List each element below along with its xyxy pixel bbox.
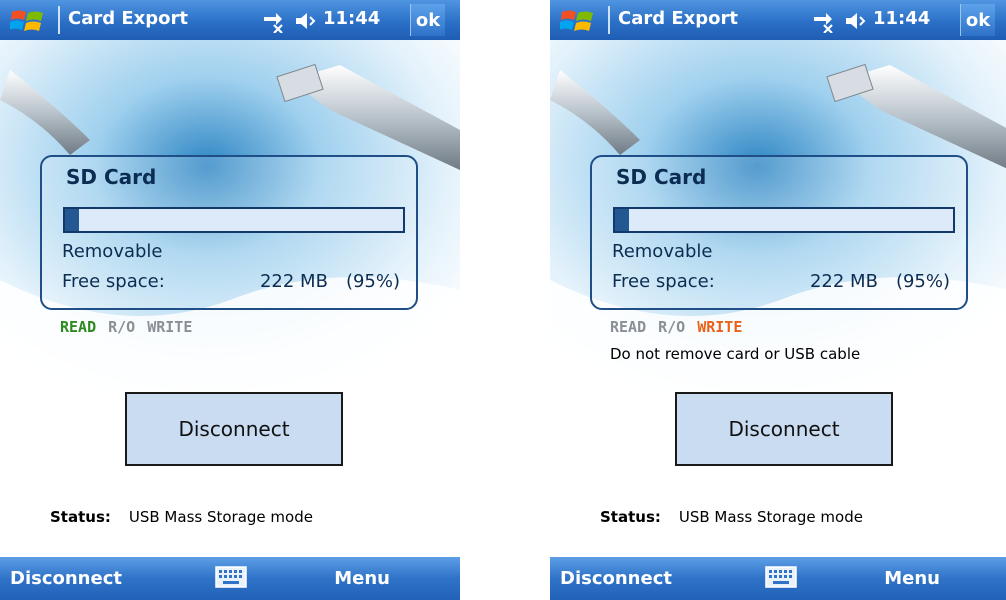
- free-space-label: Free space:: [612, 271, 715, 292]
- device-screen-left: Card Export 11:44 ok SD Card Removable F…: [0, 0, 460, 600]
- windows-flag-icon[interactable]: [10, 7, 46, 33]
- status-label: Status:: [600, 508, 661, 526]
- card-type: Removable: [612, 241, 713, 262]
- warning-message: Do not remove card or USB cable: [610, 345, 861, 363]
- storage-usage-bar: [63, 207, 405, 233]
- mode-write: WRITE: [697, 318, 743, 336]
- app-title: Card Export: [68, 8, 189, 29]
- mode-readonly: R/O: [658, 318, 686, 336]
- title-separator: [58, 6, 60, 34]
- mode-write: WRITE: [147, 318, 193, 336]
- softkey-menu[interactable]: Menu: [884, 568, 940, 589]
- mode-readonly: R/O: [108, 318, 136, 336]
- storage-usage-fill: [615, 209, 632, 231]
- network-sync-icon[interactable]: [810, 9, 838, 33]
- status-label: Status:: [50, 508, 111, 526]
- windows-flag-icon[interactable]: [560, 7, 596, 33]
- card-type: Removable: [62, 241, 163, 262]
- storage-card-panel: SD Card Removable Free space: 222 MB (95%…: [40, 155, 418, 310]
- status-value: USB Mass Storage mode: [128, 508, 313, 526]
- soft-key-bar: Disconnect Menu: [0, 557, 460, 600]
- softkey-menu[interactable]: Menu: [334, 568, 390, 589]
- mode-read: READ: [60, 318, 97, 336]
- clock[interactable]: 11:44: [873, 8, 930, 29]
- free-space-mb: 222 MB: [809, 271, 878, 292]
- free-space-mb: 222 MB: [259, 271, 328, 292]
- status-line: Status: USB Mass Storage mode: [50, 508, 313, 526]
- card-name: SD Card: [616, 165, 707, 189]
- storage-usage-bar: [613, 207, 955, 233]
- mode-read: READ: [610, 318, 647, 336]
- title-bar: Card Export 11:44 ok: [550, 0, 1006, 40]
- free-space-value: 222 MB (95%): [260, 271, 400, 292]
- clock[interactable]: 11:44: [323, 8, 380, 29]
- app-title: Card Export: [618, 8, 739, 29]
- storage-usage-fill: [65, 209, 82, 231]
- title-separator: [608, 6, 610, 34]
- softkey-disconnect[interactable]: Disconnect: [560, 568, 672, 589]
- ok-button[interactable]: ok: [960, 4, 995, 36]
- free-space-percent: (95%): [895, 271, 950, 292]
- soft-key-bar: Disconnect Menu: [550, 557, 1006, 600]
- access-mode-indicators: READ R/O WRITE: [610, 318, 742, 336]
- network-sync-icon[interactable]: [260, 9, 288, 33]
- storage-card-panel: SD Card Removable Free space: 222 MB (95%…: [590, 155, 968, 310]
- volume-muted-icon[interactable]: [843, 9, 869, 33]
- disconnect-button[interactable]: Disconnect: [125, 392, 343, 466]
- device-screen-right: Card Export 11:44 ok SD Card Removable F…: [550, 0, 1006, 600]
- access-mode-indicators: READ R/O WRITE: [60, 318, 192, 336]
- free-space-value: 222 MB (95%): [810, 271, 950, 292]
- card-name: SD Card: [66, 165, 157, 189]
- ok-button[interactable]: ok: [410, 4, 445, 36]
- keyboard-icon[interactable]: [765, 566, 797, 588]
- keyboard-icon[interactable]: [215, 566, 247, 588]
- free-space-percent: (95%): [345, 271, 400, 292]
- title-bar: Card Export 11:44 ok: [0, 0, 460, 40]
- status-line: Status: USB Mass Storage mode: [600, 508, 863, 526]
- volume-muted-icon[interactable]: [293, 9, 319, 33]
- disconnect-button[interactable]: Disconnect: [675, 392, 893, 466]
- status-value: USB Mass Storage mode: [678, 508, 863, 526]
- softkey-disconnect[interactable]: Disconnect: [10, 568, 122, 589]
- free-space-label: Free space:: [62, 271, 165, 292]
